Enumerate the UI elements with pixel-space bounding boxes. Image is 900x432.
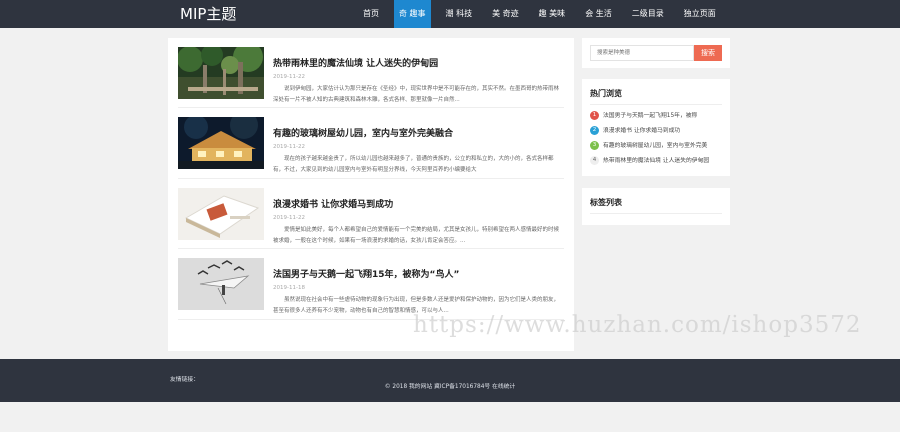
hot-post-item[interactable]: 1 法国男子与天鹅一起飞翔15年，被称: [590, 111, 730, 121]
article-thumbnail[interactable]: [178, 258, 264, 310]
article-item[interactable]: 浪漫求婚书 让你求婚马到成功 2019-11-22 爱情是如此美好，每个人都希望…: [178, 188, 564, 244]
article-title[interactable]: 有趣的玻璃树屋幼儿园，室内与室外完美融合: [273, 126, 453, 139]
divider: [178, 107, 564, 108]
hot-post-link[interactable]: 法国男子与天鹅一起飞翔15年，被称: [603, 113, 697, 119]
hot-post-item[interactable]: 2 浪漫求婚书 让你求婚马到成功: [590, 126, 730, 136]
hot-post-item[interactable]: 4 热带雨林里的魔法仙境 让人迷失的伊甸园: [590, 156, 730, 166]
watermark: https://www.huzhan.com/ishop3572: [413, 312, 862, 338]
search-widget: 搜索: [582, 38, 730, 68]
copyright-text: © 2018 我的网站 冀ICP备17016784号 在线统计: [384, 384, 516, 390]
hot-posts-title: 热门浏览: [590, 89, 622, 98]
article-title[interactable]: 法国男子与天鹅一起飞翔15年，被称为“鸟人”: [273, 267, 459, 280]
divider: [590, 104, 722, 105]
article-item[interactable]: 法国男子与天鹅一起飞翔15年，被称为“鸟人” 2019-11-18 虽然说现在社…: [178, 258, 564, 314]
article-thumbnail[interactable]: [178, 47, 264, 99]
nav-life[interactable]: 会 生活: [580, 0, 617, 28]
hot-post-link[interactable]: 热带雨林里的魔法仙境 让人迷失的伊甸园: [603, 158, 709, 164]
hot-post-link[interactable]: 有趣的玻璃树屋幼儿园，室内与室外完美: [603, 143, 707, 149]
nav-submenu[interactable]: 二级目录: [627, 0, 669, 28]
hot-post-item[interactable]: 3 有趣的玻璃树屋幼儿园，室内与室外完美: [590, 141, 730, 151]
tags-title: 标签列表: [590, 198, 622, 207]
article-date: 2019-11-22: [273, 215, 305, 221]
nav-wonder[interactable]: 美 奇迹: [487, 0, 524, 28]
main-nav: 首页 奇 趣事 潮 科技 美 奇迹 趣 美味 会 生活 二级目录 独立页面: [358, 0, 731, 28]
article-item[interactable]: 热带雨林里的魔法仙境 让人迷失的伊甸园 2019-11-22 说到伊甸园，大家估…: [178, 47, 564, 103]
nav-home[interactable]: 首页: [358, 0, 384, 28]
article-date: 2019-11-22: [273, 74, 305, 80]
divider: [178, 248, 564, 249]
divider: [590, 213, 722, 214]
search-button[interactable]: 搜索: [694, 45, 722, 61]
article-date: 2019-11-22: [273, 144, 305, 150]
nav-fun[interactable]: 奇 趣事: [394, 0, 431, 28]
tags-widget: 标签列表: [582, 188, 730, 225]
article-thumbnail[interactable]: [178, 188, 264, 240]
article-date: 2019-11-18: [273, 285, 305, 291]
top-navbar: MIP主题 首页 奇 趣事 潮 科技 美 奇迹 趣 美味 会 生活 二级目录 独…: [0, 0, 900, 28]
article-title[interactable]: 浪漫求婚书 让你求婚马到成功: [273, 197, 393, 210]
site-logo[interactable]: MIP主题: [180, 4, 236, 24]
rank-badge: 3: [590, 141, 599, 150]
hot-posts-widget: 热门浏览 1 法国男子与天鹅一起飞翔15年，被称 2 浪漫求婚书 让你求婚马到成功 …: [582, 79, 730, 176]
article-item[interactable]: 有趣的玻璃树屋幼儿园，室内与室外完美融合 2019-11-22 现在的孩子越来越…: [178, 117, 564, 173]
rank-badge: 2: [590, 126, 599, 135]
article-excerpt: 现在的孩子越来越金贵了，所以幼儿园也越来越多了，普通的贵族的，公立的和私立的，大…: [273, 156, 554, 173]
divider: [178, 178, 564, 179]
article-excerpt: 爱情是如此美好，每个人都希望自己的爱情能有一个完美的结局，尤其是女孩儿，特别希望…: [273, 227, 560, 244]
nav-tech[interactable]: 潮 科技: [441, 0, 478, 28]
article-excerpt: 说到伊甸园，大家估计认为那只是存在《圣经》中，现实世界中是不可能存在的，其实不然…: [273, 86, 560, 103]
nav-page[interactable]: 独立页面: [679, 0, 721, 28]
rank-badge: 1: [590, 111, 599, 120]
article-thumbnail[interactable]: [178, 117, 264, 169]
nav-food[interactable]: 趣 美味: [534, 0, 571, 28]
rank-badge: 4: [590, 156, 599, 165]
article-title[interactable]: 热带雨林里的魔法仙境 让人迷失的伊甸园: [273, 56, 438, 69]
hot-post-link[interactable]: 浪漫求婚书 让你求婚马到成功: [603, 128, 680, 134]
article-list: 热带雨林里的魔法仙境 让人迷失的伊甸园 2019-11-22 说到伊甸园，大家估…: [168, 38, 574, 351]
search-input[interactable]: [590, 45, 694, 61]
site-footer: 友情链接： © 2018 我的网站 冀ICP备17016784号 在线统计: [0, 359, 900, 402]
